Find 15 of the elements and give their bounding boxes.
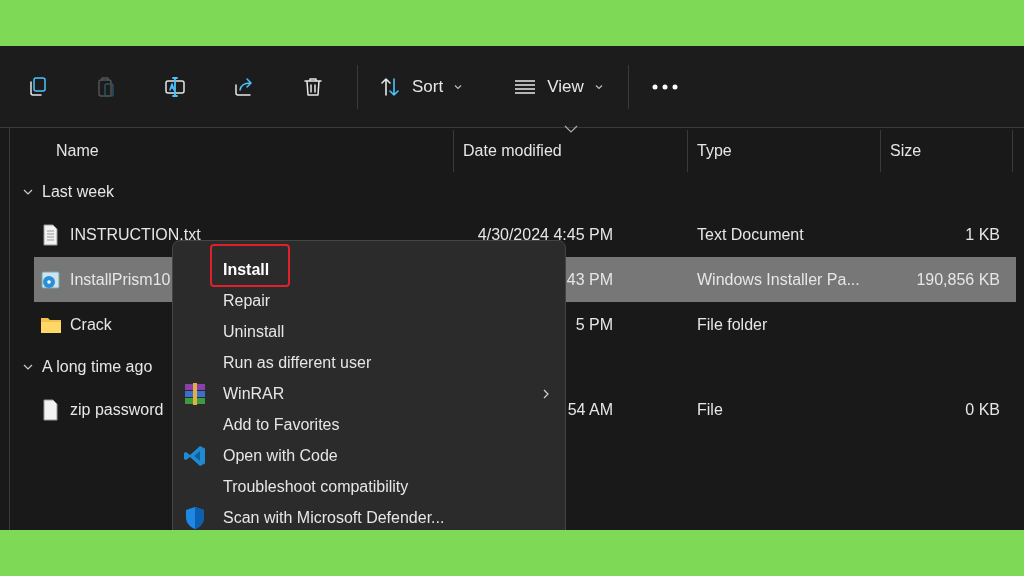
size-text: 0 KB [965, 400, 1000, 418]
size-text: 190,856 KB [916, 270, 1000, 288]
date-text: 43 PM [565, 269, 613, 290]
file-name: INSTRUCTION.txt [70, 224, 201, 245]
type-text: Windows Installer Pa... [697, 270, 860, 288]
file-name: Crack [70, 314, 112, 335]
type-text: File [697, 400, 723, 418]
date-text: 4/30/2024 4:45 PM [476, 224, 613, 245]
file-name: InstallPrism10 [70, 269, 171, 290]
type-text: File folder [697, 315, 768, 333]
date-text: 5 PM [574, 314, 613, 335]
type-text: Text Document [697, 225, 804, 243]
file-name: zip password [70, 399, 164, 420]
size-text: 1 KB [965, 225, 1000, 243]
date-text: 54 AM [566, 399, 613, 420]
